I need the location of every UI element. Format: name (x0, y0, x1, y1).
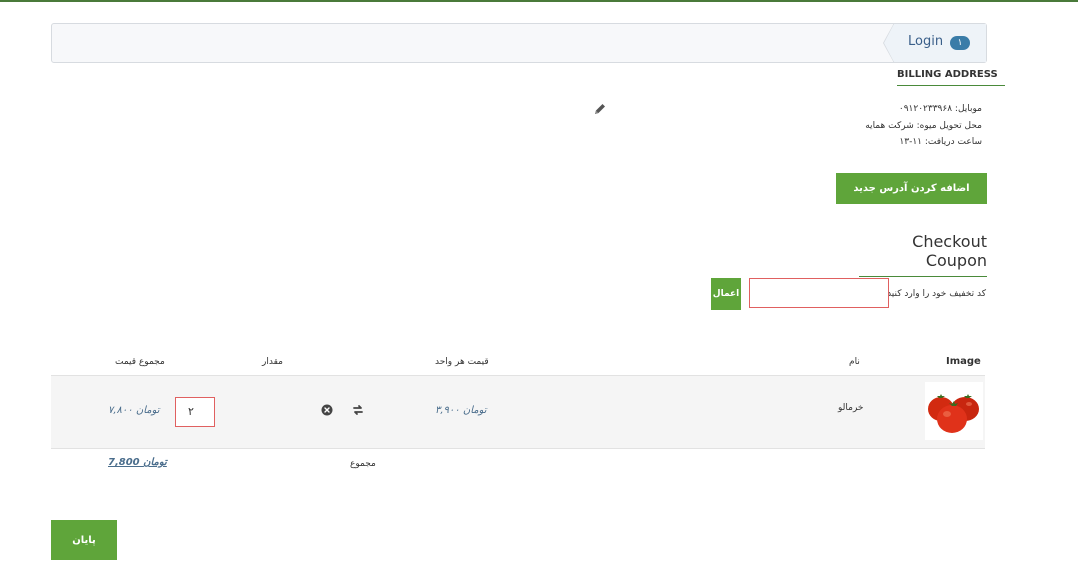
step-login-label: Login (908, 34, 944, 49)
finish-button[interactable]: پایان (51, 520, 117, 560)
product-name[interactable]: خرمالو (838, 403, 863, 413)
tomato-image (925, 382, 983, 440)
checkout-steps-bar: Login ۱ (51, 23, 987, 63)
header-image: Image (946, 356, 981, 367)
billing-pickup-time: ساعت دریافت: ۱۱-۱۳ (899, 137, 982, 147)
header-total-price: مجموع قیمت (115, 357, 165, 367)
row-total-price: ۷,۸۰۰ تومان (108, 405, 160, 416)
billing-address-title: BILLING ADDRESS (897, 69, 1005, 86)
remove-circle-icon[interactable] (321, 404, 333, 416)
unit-price: ۳,۹۰۰ تومان (435, 405, 487, 416)
header-quantity: مقدار (262, 357, 283, 367)
add-new-address-button[interactable]: اضافه کردن آدرس جدید (836, 173, 987, 204)
refresh-icon[interactable] (352, 404, 364, 416)
pencil-icon[interactable] (593, 102, 607, 116)
billing-mobile: موبایل: ۰۹۱۲۰۲۳۳۹۶۸ (898, 104, 982, 114)
header-name: نام (849, 357, 860, 367)
billing-delivery-place: محل تحویل میوه: شرکت همایه (865, 121, 982, 131)
step-login-tab[interactable]: Login ۱ (883, 23, 986, 63)
step-number-badge: ۱ (950, 36, 970, 50)
header-unit-price: قیمت هر واحد (435, 357, 489, 367)
cart-total-label: مجموع (350, 459, 376, 469)
coupon-code-label: کد تخفیف خود را وارد کنید: (884, 289, 986, 299)
cart-total-value: 7,800 تومان (108, 457, 167, 468)
apply-coupon-button[interactable]: اعمال (711, 278, 741, 310)
quantity-input[interactable]: ۲ (175, 397, 215, 427)
checkout-coupon-title: Checkout Coupon (859, 232, 987, 277)
coupon-code-input[interactable] (749, 278, 889, 308)
